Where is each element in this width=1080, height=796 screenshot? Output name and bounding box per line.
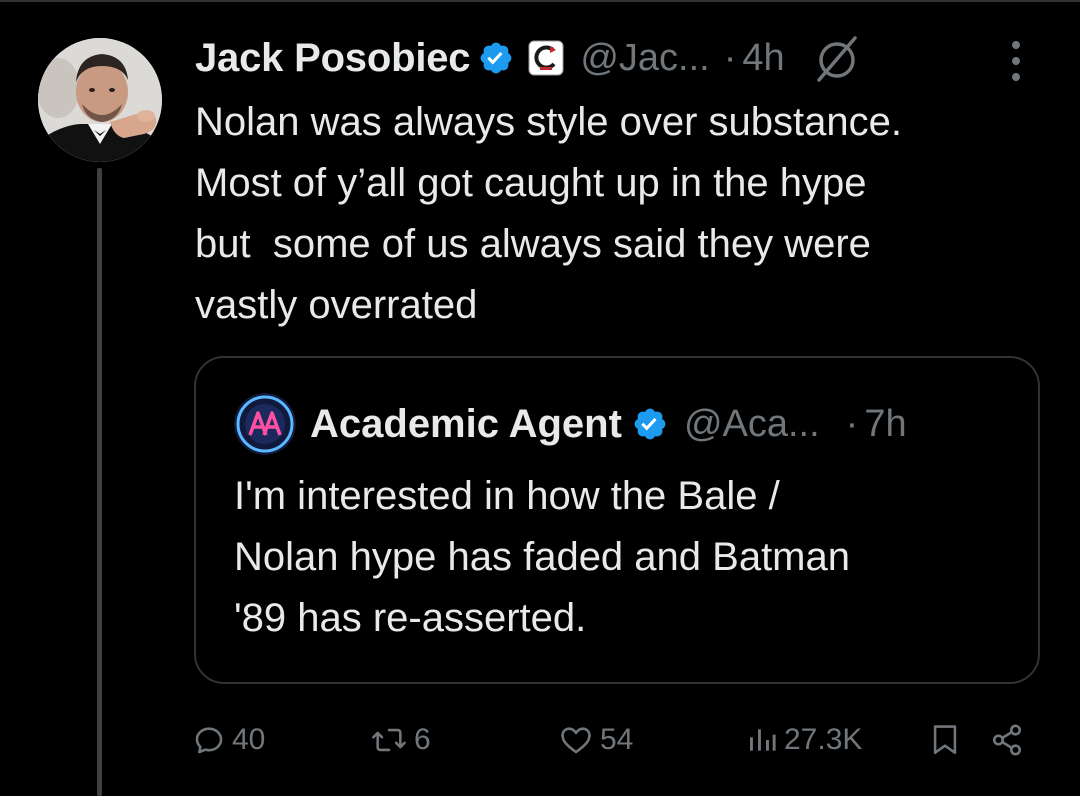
separator-dot: · [723, 36, 737, 79]
quoted-tweet-timestamp[interactable]: 7h [864, 403, 906, 446]
reply-button[interactable]: 40 [192, 712, 265, 768]
tweet-text-line: Nolan was always style over substance. [195, 100, 902, 144]
quoted-text-line: I'm interested in how the Bale / [234, 474, 780, 518]
action-bar: 40 6 54 27.3K [0, 712, 1080, 768]
affiliation-badge-icon[interactable] [528, 40, 564, 76]
bookmark-icon [930, 723, 960, 757]
views-icon [746, 723, 778, 757]
share-icon [990, 723, 1024, 757]
repost-count: 6 [414, 723, 431, 756]
tweet-text: Nolan was always style over substance. M… [195, 92, 1055, 336]
top-divider [0, 0, 1080, 2]
verified-badge-icon [478, 40, 514, 76]
reply-count: 40 [232, 723, 266, 756]
grok-icon[interactable] [811, 32, 863, 84]
repost-icon [370, 723, 408, 757]
quoted-author-handle[interactable]: @Aca... [684, 403, 820, 446]
tweet-text-line: vastly overrated [195, 283, 478, 327]
tweet-header: Jack Posobiec @Jac... · 4h [195, 30, 863, 86]
like-button[interactable]: 54 [558, 712, 633, 768]
thread-line [97, 168, 102, 796]
reply-icon [192, 723, 226, 757]
quoted-avatar[interactable] [234, 393, 296, 455]
author-name[interactable]: Jack Posobiec [195, 36, 471, 81]
avatar[interactable] [38, 38, 162, 162]
bookmark-button[interactable] [930, 712, 960, 768]
quoted-tweet-text: I'm interested in how the Bale / Nolan h… [234, 466, 994, 649]
separator-dot: · [845, 402, 859, 445]
share-button[interactable] [990, 712, 1024, 768]
view-count: 27.3K [784, 723, 863, 756]
quoted-author-name[interactable]: Academic Agent [310, 402, 622, 447]
quoted-text-line: Nolan hype has faded and Batman [234, 535, 850, 579]
author-handle[interactable]: @Jac... [580, 37, 709, 80]
tweet-timestamp[interactable]: 4h [742, 37, 784, 80]
repost-button[interactable]: 6 [370, 712, 431, 768]
quoted-tweet-header: Academic Agent @Aca... · 7h [234, 393, 907, 455]
like-count: 54 [600, 723, 634, 756]
quoted-tweet-card[interactable]: Academic Agent @Aca... · 7h I'm interest… [194, 356, 1040, 684]
views-button[interactable]: 27.3K [746, 712, 862, 768]
tweet-text-line: Most of y’all got caught up in the hype [195, 161, 867, 205]
like-icon [558, 723, 594, 757]
tweet-text-line: but some of us always said they were [195, 222, 871, 266]
quoted-text-line: '89 has re-asserted. [234, 596, 587, 640]
verified-badge-icon [632, 406, 668, 442]
more-vertical-icon[interactable] [1004, 38, 1028, 84]
